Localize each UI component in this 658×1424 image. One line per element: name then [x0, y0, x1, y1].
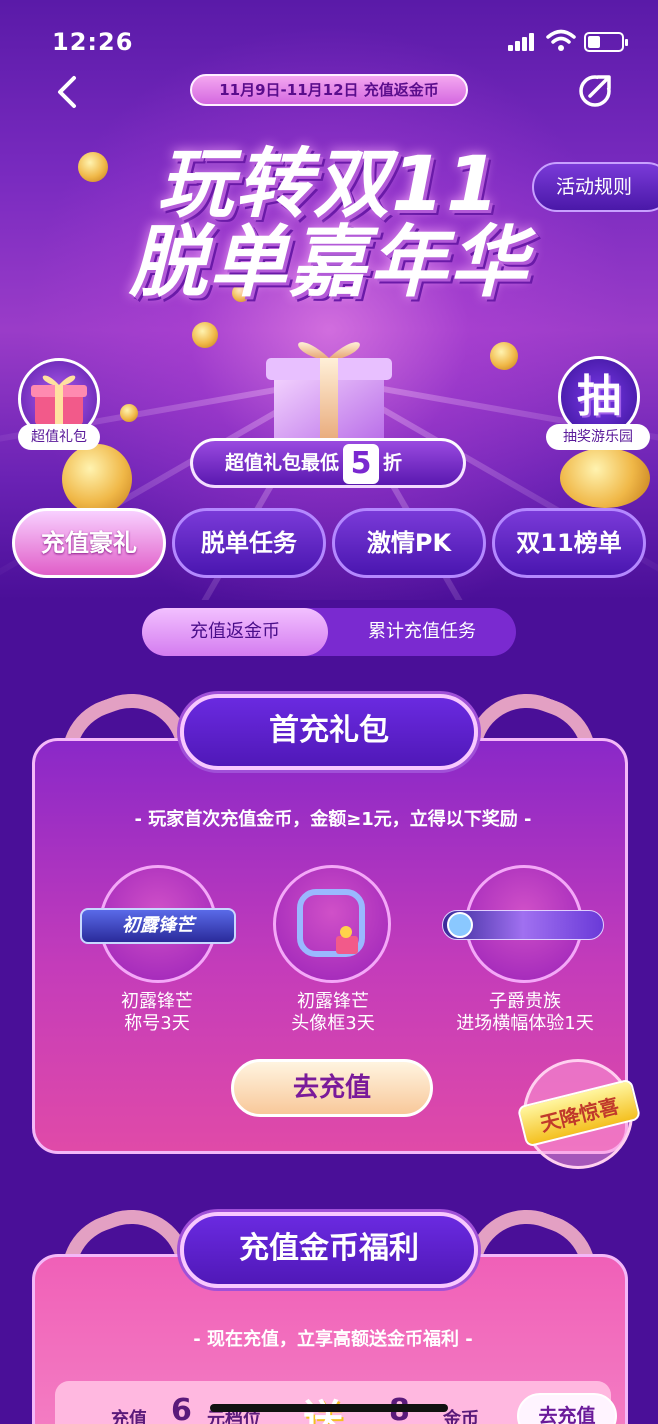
- surprise-tag: 天降惊喜: [516, 1078, 642, 1148]
- discount-prefix: 超值礼包最低: [225, 452, 340, 474]
- tab-rankings[interactable]: 双11榜单: [492, 508, 646, 578]
- first-recharge-card: - 玩家首次充值金币，金额≥1元，立得以下奖励 - 初露锋芒 初露锋芒 称号3天…: [32, 738, 642, 1169]
- subtab-coin-rebate[interactable]: 充值返金币: [142, 608, 328, 656]
- signal-icon: [508, 32, 536, 51]
- rules-button[interactable]: 活动规则: [532, 162, 658, 212]
- coin-welfare-title: 充值金币福利: [180, 1212, 478, 1288]
- reward-name: 初露锋芒: [297, 991, 369, 1012]
- status-time: 12:26: [52, 28, 134, 56]
- surprise-badge: 天降惊喜: [516, 1059, 642, 1169]
- lottery-label: 抽奖游乐园: [546, 424, 650, 450]
- welfare-row: 充值 6 元档位 送 8 金币 去充值: [55, 1381, 617, 1424]
- title-badge-text: 初露锋芒: [122, 915, 194, 936]
- sub-tabs: 充值返金币 累计充值任务: [142, 608, 516, 656]
- tab-dating-tasks[interactable]: 脱单任务: [172, 508, 326, 578]
- reward-title-label: 初露锋芒 称号3天: [57, 991, 257, 1035]
- share-icon[interactable]: [578, 72, 614, 108]
- gift-pack-label: 超值礼包: [18, 424, 100, 450]
- wifi-icon: [546, 29, 576, 51]
- reward-banner-label: 子爵贵族 进场横幅体验1天: [425, 991, 625, 1035]
- row-recharge-button[interactable]: 去充值: [517, 1393, 617, 1424]
- coin-decoration: [62, 444, 132, 514]
- reward-name: 子爵贵族: [489, 991, 561, 1012]
- row-amount: 6: [171, 1393, 192, 1424]
- status-bar: 12:26: [0, 0, 658, 80]
- discount-suffix: 折: [383, 452, 403, 474]
- reward-entry-banner: [442, 865, 604, 983]
- back-icon[interactable]: [50, 72, 86, 112]
- reward-title-badge: 初露锋芒: [80, 865, 236, 983]
- gift-box-icon: [266, 342, 392, 444]
- reward-name: 初露锋芒: [121, 991, 193, 1012]
- reward-duration: 进场横幅体验1天: [456, 1013, 594, 1034]
- row-bonus-unit: 金币: [443, 1409, 479, 1424]
- row-prefix: 充值: [111, 1409, 147, 1424]
- first-recharge-subtitle: - 玩家首次充值金币，金额≥1元，立得以下奖励 -: [134, 809, 532, 830]
- reward-frame-label: 初露锋芒 头像框3天: [233, 991, 433, 1035]
- discount-banner[interactable]: 超值礼包最低 5 折: [190, 438, 466, 488]
- coin-decoration: [490, 342, 518, 370]
- date-banner: 11月9日-11月12日 充值返金币: [190, 74, 468, 106]
- avatar-frame-icon: [297, 889, 365, 957]
- reward-avatar-frame: [273, 865, 391, 983]
- coin-decoration: [192, 322, 218, 348]
- title-badge-icon: 初露锋芒: [80, 908, 236, 944]
- entry-banner-icon: [442, 910, 604, 940]
- subtab-cumulative-tasks[interactable]: 累计充值任务: [328, 608, 516, 656]
- main-tabs: 充值豪礼 脱单任务 激情PK 双11榜单: [0, 508, 658, 580]
- reward-duration: 称号3天: [124, 1013, 190, 1034]
- first-recharge-title: 首充礼包: [180, 694, 478, 770]
- coin-decoration: [560, 448, 650, 508]
- recharge-button[interactable]: 去充值: [231, 1059, 433, 1117]
- hero-title-line2: 脱单嘉年华: [128, 218, 529, 308]
- coin-decoration: [120, 404, 138, 422]
- tab-recharge-gifts[interactable]: 充值豪礼: [12, 508, 166, 578]
- reward-duration: 头像框3天: [291, 1013, 375, 1034]
- coin-welfare-subtitle: - 现在充值，立享高额送金币福利 -: [193, 1329, 473, 1350]
- discount-value: 5: [343, 443, 380, 484]
- home-indicator[interactable]: [210, 1404, 448, 1412]
- battery-icon: [584, 32, 628, 52]
- tab-pk[interactable]: 激情PK: [332, 508, 486, 578]
